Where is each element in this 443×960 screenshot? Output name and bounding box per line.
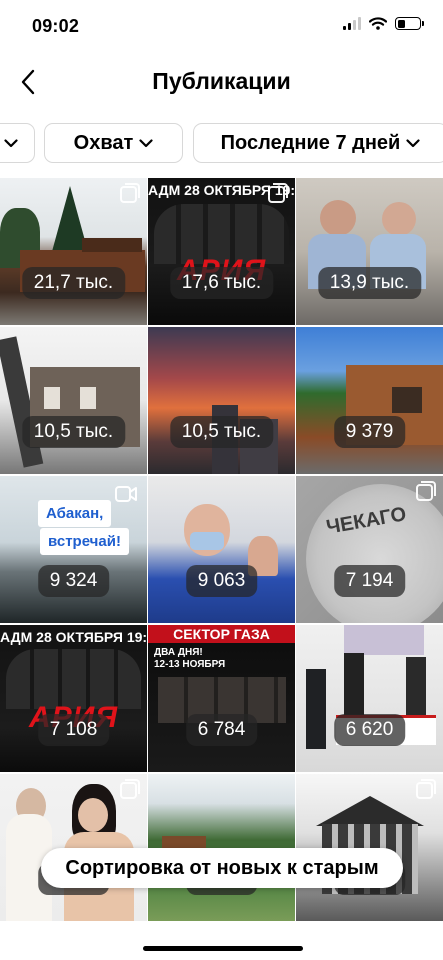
video-icon — [115, 486, 137, 502]
post-thumbnail — [0, 625, 147, 772]
post-metric: 21,7 тыс. — [21, 267, 126, 299]
cellular-signal-icon — [343, 17, 361, 30]
filter-chip-label: Охват — [73, 131, 134, 154]
post-caption: встречай! — [40, 528, 129, 555]
post-metric: 10,5 тыс. — [169, 416, 274, 448]
post-thumbnail — [296, 178, 443, 325]
posts-grid: 21,7 тыс. АДМ 28 ОКТЯБРЯ 19:00 АРИЯ 17,6… — [0, 178, 443, 922]
status-time: 09:02 — [32, 16, 80, 36]
carousel-icon — [120, 183, 140, 203]
wifi-icon — [369, 17, 387, 30]
poster-headline: АДМ 28 ОКТЯБРЯ 19:00 — [0, 629, 147, 645]
post-thumbnail — [148, 327, 295, 474]
nav-bar: Публикации — [0, 52, 443, 112]
page-title: Публикации — [152, 68, 291, 94]
sort-order-toggle[interactable]: Сортировка от новых к старым — [41, 848, 403, 888]
post-metric: 7 194 — [333, 565, 406, 597]
poster-dates: 12-13 НОЯБРЯ — [154, 659, 226, 670]
post-metric: 9 063 — [185, 565, 258, 597]
post-tile[interactable]: 10,5 тыс. — [148, 327, 295, 474]
post-metric: 17,6 тыс. — [169, 267, 274, 299]
post-tile[interactable]: АДМ 28 ОКТЯБРЯ 19:00 АРИЯ 17,6 тыс. — [148, 178, 295, 325]
carousel-icon — [120, 779, 140, 799]
post-metric: 10,5 тыс. — [21, 416, 126, 448]
post-thumbnail — [296, 327, 443, 474]
post-tile[interactable]: 21,7 тыс. — [0, 178, 147, 325]
home-indicator[interactable] — [143, 946, 303, 951]
filter-chip-type[interactable] — [0, 123, 35, 163]
post-metric: 9 379 — [333, 416, 406, 448]
post-tile[interactable]: 9 379 — [296, 327, 443, 474]
post-tile[interactable]: 13,9 тыс. — [296, 178, 443, 325]
carousel-icon — [268, 183, 288, 203]
post-tile[interactable]: ЧЕКАГО 7 194 — [296, 476, 443, 623]
post-tile[interactable]: 9 063 — [148, 476, 295, 623]
filter-chip-label: Последние 7 дней — [220, 131, 401, 154]
post-thumbnail — [296, 625, 443, 772]
post-tile[interactable]: АДМ 28 ОКТЯБРЯ 19:00 АРИЯ 7 108 — [0, 625, 147, 772]
post-tile[interactable]: Абакан, встречай! 9 324 — [0, 476, 147, 623]
post-thumbnail — [0, 327, 147, 474]
filter-chip-metric[interactable]: Охват — [44, 123, 183, 163]
battery-icon — [395, 17, 424, 30]
chevron-down-icon — [406, 138, 420, 147]
post-tile[interactable]: 10,5 тыс. — [0, 327, 147, 474]
status-icons — [343, 17, 424, 30]
post-tile[interactable]: 6 620 — [296, 625, 443, 772]
filter-bar: Охват Последние 7 дней — [0, 123, 443, 165]
post-metric: 9 324 — [37, 565, 110, 597]
post-metric: 13,9 тыс. — [317, 267, 422, 299]
post-metric: 6 620 — [333, 714, 406, 746]
post-metric: 7 108 — [37, 714, 110, 746]
post-thumbnail — [148, 476, 295, 623]
post-metric: 6 784 — [185, 714, 258, 746]
carousel-icon — [416, 779, 436, 799]
status-bar: 09:02 — [0, 0, 443, 52]
post-caption: Абакан, — [38, 500, 112, 527]
post-tile[interactable]: СЕКТОР ГАЗА ДВА ДНЯ! 12-13 НОЯБРЯ 6 784 — [148, 625, 295, 772]
filter-chip-period[interactable]: Последние 7 дней — [193, 123, 443, 163]
poster-headline: СЕКТОР ГАЗА — [173, 626, 270, 642]
chevron-down-icon — [139, 138, 153, 147]
bottom-safe-area — [0, 922, 443, 960]
chevron-down-icon — [3, 138, 18, 147]
poster-subline: ДВА ДНЯ! — [154, 647, 203, 658]
carousel-icon — [416, 481, 436, 501]
